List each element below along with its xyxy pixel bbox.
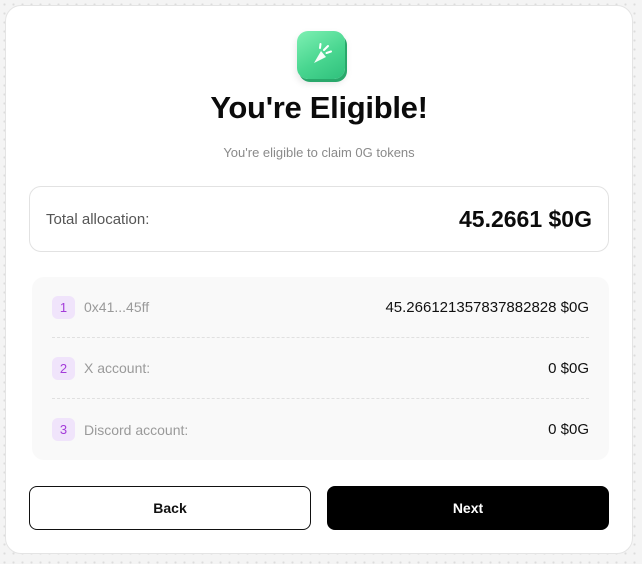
next-button[interactable]: Next [327, 486, 609, 530]
total-allocation-label: Total allocation: [46, 210, 150, 228]
discord-account-label: Discord account: [84, 421, 189, 438]
wallet-address-label: 0x41...45ff [84, 299, 150, 315]
x-account-label: X account: [84, 360, 151, 376]
back-button[interactable]: Back [29, 486, 311, 530]
breakdown-row-discord-account: 3 Discord account: 0 $0G [52, 399, 589, 460]
page-title: You're Eligible! [210, 90, 428, 125]
step-number-badge: 3 [52, 418, 75, 441]
breakdown-row-wallet: 1 0x41...45ff 45.266121357837882828 $0G [52, 277, 589, 338]
step-number-badge: 1 [52, 295, 75, 319]
breakdown-row-x-account: 2 X account: 0 $0G [52, 338, 589, 399]
total-allocation-value: 45.2661 $0G [458, 205, 592, 232]
x-account-allocation-value: 0 $0G [548, 359, 589, 377]
total-allocation-box: Total allocation: 45.2661 $0G [29, 186, 609, 252]
wallet-allocation-value: 45.266121357837882828 $0G [385, 298, 589, 316]
step-number-badge: 2 [52, 356, 75, 380]
discord-account-allocation-value: 0 $0G [548, 421, 589, 438]
allocation-breakdown: 1 0x41...45ff 45.266121357837882828 $0G … [32, 277, 609, 460]
eligibility-card: You're Eligible! You're eligible to clai… [5, 5, 633, 554]
page-subtitle: You're eligible to claim 0G tokens [223, 145, 415, 160]
gift-sparkle-icon [297, 31, 345, 79]
